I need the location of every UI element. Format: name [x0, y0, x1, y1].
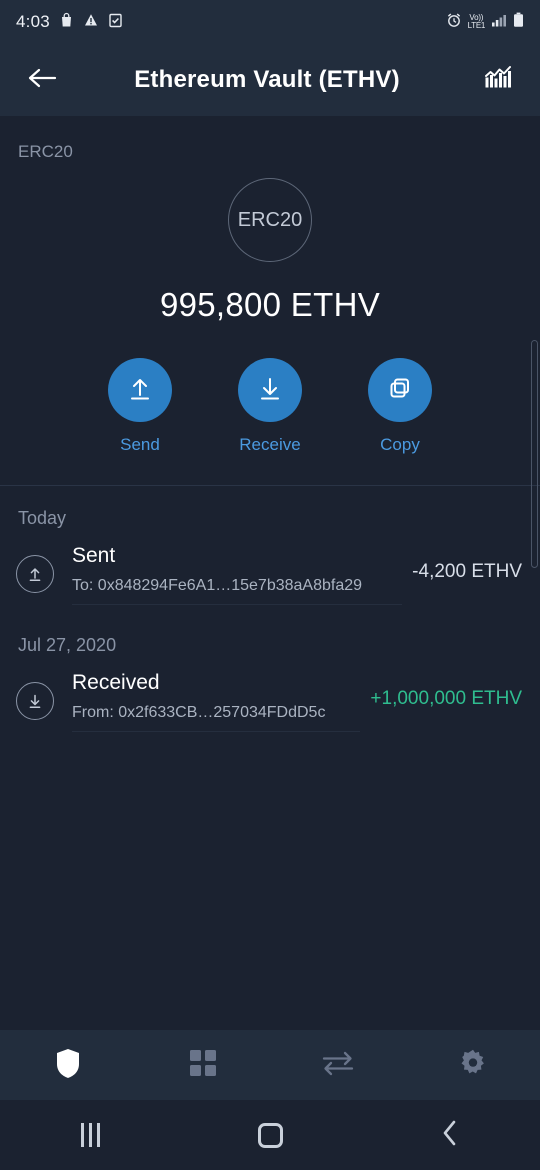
transaction-type: Sent [72, 543, 116, 567]
transaction-group-date: Today [18, 508, 67, 528]
copy-icon [385, 373, 415, 408]
nav-item-exchange[interactable] [270, 1030, 405, 1100]
transaction-details: Sent To: 0x848294Fe6A1…15e7b38aA8bfa29 [72, 543, 403, 605]
bottom-navigation [0, 1030, 540, 1100]
swap-arrows-icon [321, 1048, 355, 1083]
copy-button-label: Copy [380, 435, 420, 454]
token-badge-label: ERC20 [237, 208, 303, 231]
gear-icon [458, 1048, 488, 1083]
network-indicator: Vo)) LTE1 [467, 14, 486, 30]
token-standard-label: ERC20 [18, 142, 73, 161]
status-bar-clock: 4:03 [16, 12, 50, 31]
back-chevron-icon [440, 1118, 460, 1153]
status-bar-left: 4:03 [16, 12, 123, 33]
send-button-circle [108, 358, 172, 422]
app-bar: Ethereum Vault (ETHV) [0, 44, 540, 116]
scrollbar[interactable] [531, 340, 538, 568]
shield-icon [53, 1047, 83, 1084]
status-bar-right: Vo)) LTE1 [446, 12, 524, 33]
transaction-group-date: Jul 27, 2020 [18, 635, 117, 655]
send-button[interactable]: Send [89, 358, 191, 455]
transaction-address: From: 0x2f633CB…257034FDdD5c [72, 703, 326, 721]
balance-amount: 995,800 ETHV [159, 286, 381, 323]
system-back-button[interactable] [360, 1118, 540, 1153]
system-navigation-bar [0, 1100, 540, 1170]
receive-arrow-circle-icon [16, 682, 54, 720]
page-title: Ethereum Vault (ETHV) [134, 66, 400, 93]
nav-item-apps[interactable] [135, 1030, 270, 1100]
shopping-bag-icon [59, 12, 74, 33]
transaction-details: Received From: 0x2f633CB…257034FDdD5c [72, 670, 361, 732]
status-bar: 4:03 Vo)) LTE1 [0, 0, 540, 44]
receive-button-circle [238, 358, 302, 422]
alarm-clock-icon [446, 12, 462, 33]
download-arrow-icon [255, 373, 285, 408]
system-home-button[interactable] [180, 1122, 360, 1148]
token-badge: ERC20 [228, 178, 312, 262]
transaction-amount: +1,000,000 ETHV [370, 688, 522, 709]
network-type-label: LTE1 [467, 21, 486, 30]
battery-icon [513, 12, 524, 33]
back-arrow-icon [27, 66, 57, 95]
transaction-address: To: 0x848294Fe6A1…15e7b38aA8bfa29 [72, 576, 363, 594]
upload-arrow-icon [125, 373, 155, 408]
copy-button[interactable]: Copy [349, 358, 451, 455]
transaction-list: Today Sent To: 0x848294Fe6A1…15e7b38aA8b… [0, 486, 540, 740]
nav-item-wallet[interactable] [0, 1030, 135, 1100]
recents-icon [80, 1123, 100, 1147]
chart-button[interactable] [476, 58, 520, 102]
copy-button-circle [368, 358, 432, 422]
grid-icon [188, 1048, 218, 1083]
system-recents-button[interactable] [0, 1123, 180, 1147]
receive-button-label: Receive [239, 435, 301, 454]
receive-button[interactable]: Receive [219, 358, 321, 455]
action-buttons: Send Receive Copy [0, 358, 540, 455]
checkbox-icon [108, 12, 123, 33]
transaction-type: Received [72, 670, 160, 694]
table-row[interactable]: Sent To: 0x848294Fe6A1…15e7b38aA8bfa29 -… [0, 535, 540, 613]
home-circle-icon [257, 1122, 283, 1148]
balance-section: ERC20 ERC20 995,800 ETHV Send Receive Co… [0, 116, 540, 486]
table-row[interactable]: Received From: 0x2f633CB…257034FDdD5c +1… [0, 662, 540, 740]
chart-bars-icon [484, 65, 512, 96]
nav-item-settings[interactable] [405, 1030, 540, 1100]
send-arrow-circle-icon [16, 555, 54, 593]
signal-bars-icon [491, 12, 507, 32]
transaction-amount: -4,200 ETHV [412, 561, 522, 582]
send-button-label: Send [120, 435, 160, 454]
warning-triangle-icon [83, 12, 99, 33]
